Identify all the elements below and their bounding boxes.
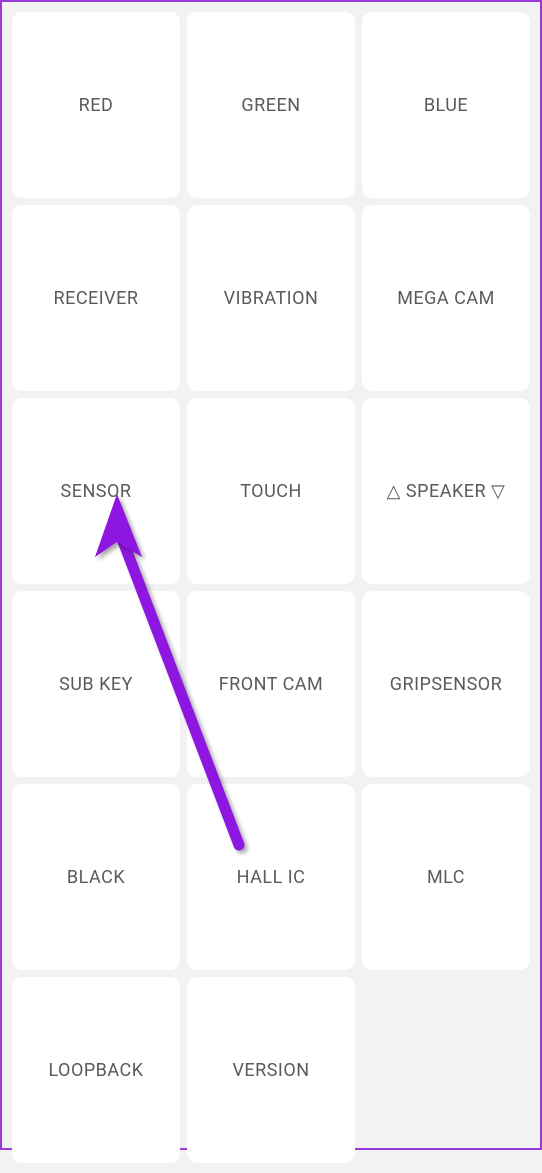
tile-receiver[interactable]: RECEIVER <box>12 205 180 391</box>
tile-version[interactable]: VERSION <box>187 977 355 1163</box>
tile-gripsensor[interactable]: GRIPSENSOR <box>362 591 530 777</box>
tile-empty <box>362 977 530 1163</box>
tile-black[interactable]: BLACK <box>12 784 180 970</box>
tile-green[interactable]: GREEN <box>187 12 355 198</box>
tile-sensor[interactable]: SENSOR <box>12 398 180 584</box>
tile-mega-cam[interactable]: MEGA CAM <box>362 205 530 391</box>
tile-loopback[interactable]: LOOPBACK <box>12 977 180 1163</box>
tile-vibration[interactable]: VIBRATION <box>187 205 355 391</box>
tile-mlc[interactable]: MLC <box>362 784 530 970</box>
tile-red[interactable]: RED <box>12 12 180 198</box>
tile-front-cam[interactable]: FRONT CAM <box>187 591 355 777</box>
tile-hall-ic[interactable]: HALL IC <box>187 784 355 970</box>
test-menu-grid: RED GREEN BLUE RECEIVER VIBRATION MEGA C… <box>2 2 540 1173</box>
tile-speaker[interactable]: △ SPEAKER ▽ <box>362 398 530 584</box>
tile-touch[interactable]: TOUCH <box>187 398 355 584</box>
tile-sub-key[interactable]: SUB KEY <box>12 591 180 777</box>
tile-blue[interactable]: BLUE <box>362 12 530 198</box>
